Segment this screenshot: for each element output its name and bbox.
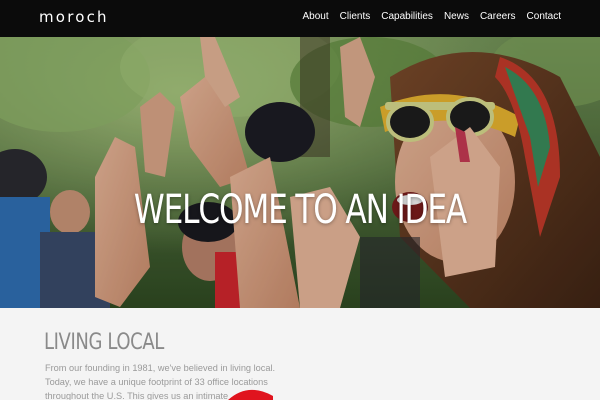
top-navigation-bar: moroch About Clients Capabilities News C… (0, 0, 600, 37)
nav-item-capabilities[interactable]: Capabilities (381, 11, 433, 22)
hero-crowd-photo (0, 37, 600, 308)
hero-banner: WELCOME TO AN IDEA (0, 37, 600, 308)
site-logo[interactable]: moroch (39, 8, 109, 26)
red-accent-shape (228, 389, 273, 400)
nav-item-careers[interactable]: Careers (480, 11, 516, 22)
section-heading: LIVING LOCAL (44, 330, 164, 355)
nav-item-contact[interactable]: Contact (527, 11, 561, 22)
nav-item-about[interactable]: About (303, 11, 329, 22)
hero-title: WELCOME TO AN IDEA (133, 187, 467, 233)
main-nav: About Clients Capabilities News Careers … (303, 11, 561, 22)
nav-item-clients[interactable]: Clients (340, 11, 371, 22)
living-local-section: LIVING LOCAL From our founding in 1981, … (0, 308, 600, 400)
nav-item-news[interactable]: News (444, 11, 469, 22)
